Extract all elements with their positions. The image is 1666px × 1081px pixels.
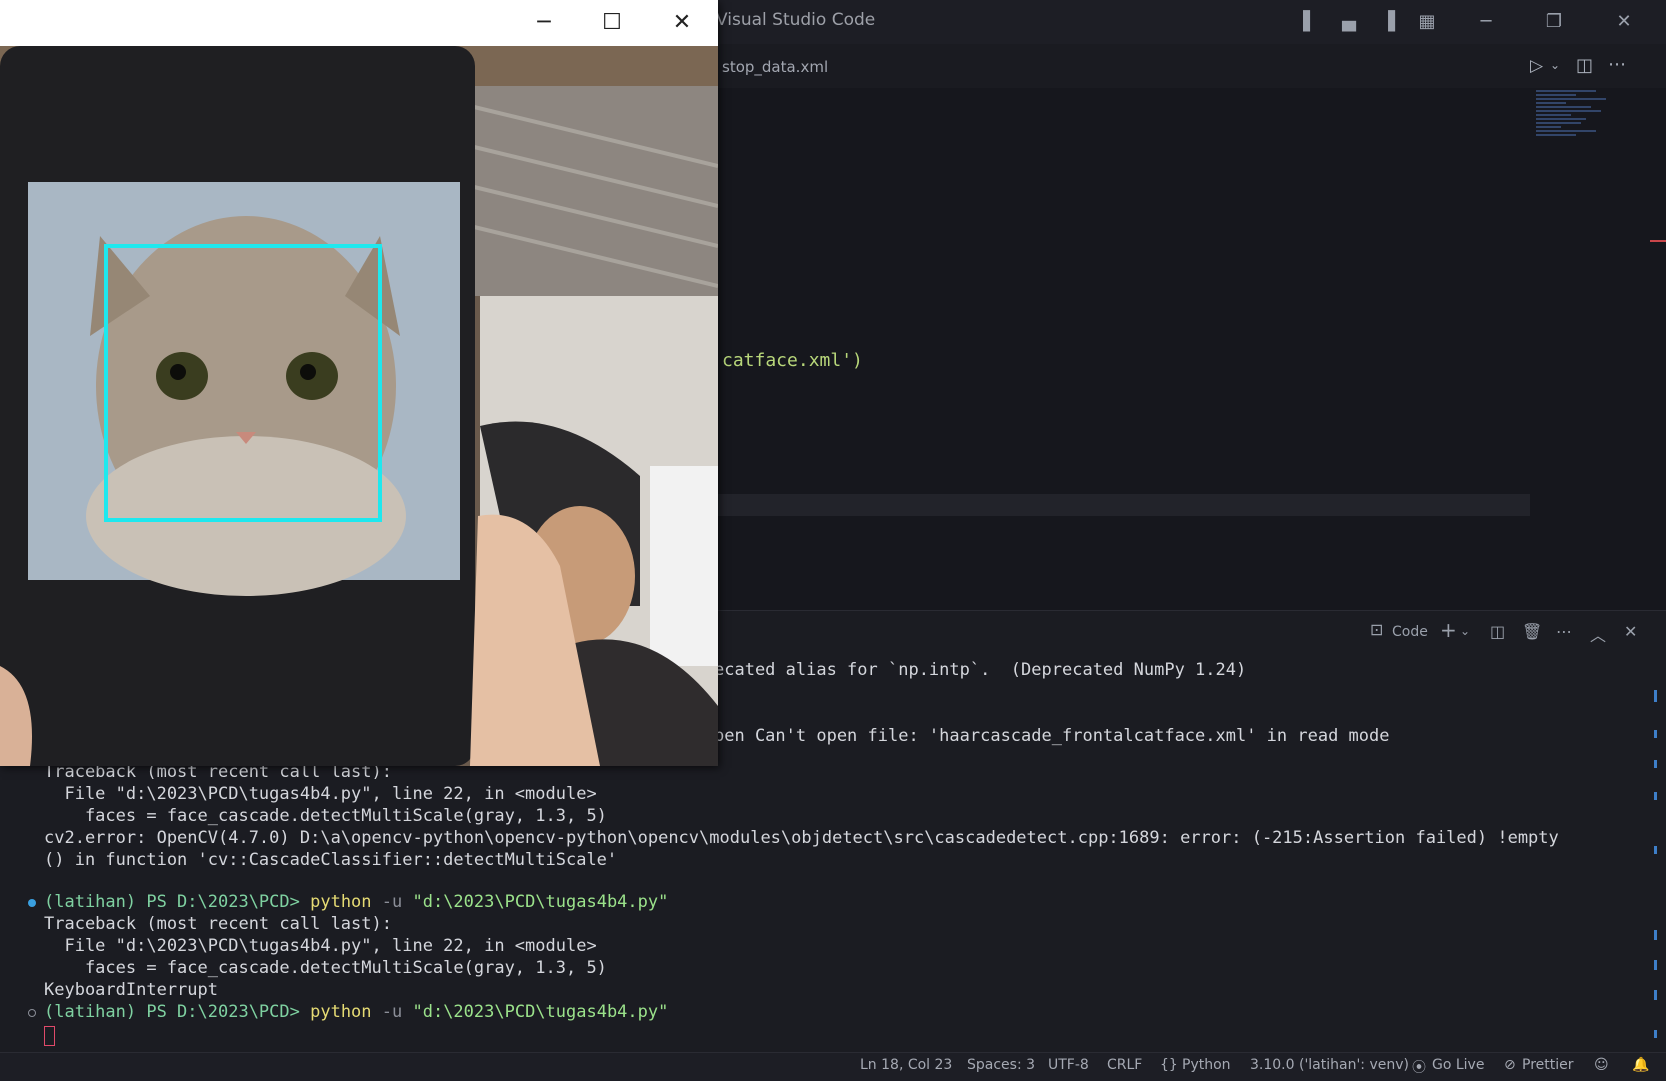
terminal-line: File "d:\2023\PCD\tugas4b4.py", line 22,… xyxy=(44,936,597,956)
status-prettier[interactable]: Prettier xyxy=(1522,1057,1574,1073)
split-editor-icon[interactable]: ◫ xyxy=(1576,55,1593,76)
terminal-line: cv2.error: OpenCV(4.7.0) D:\a\opencv-pyt… xyxy=(44,828,1559,848)
terminal-line: Traceback (most recent call last): xyxy=(44,914,392,934)
status-indentation[interactable]: Spaces: 3 xyxy=(967,1057,1035,1073)
camera-frame-image xyxy=(0,46,718,766)
camera-maximize-icon[interactable]: ☐ xyxy=(592,8,632,38)
current-line-highlight xyxy=(700,494,1530,516)
status-cursor-position[interactable]: Ln 18, Col 23 xyxy=(860,1057,952,1073)
status-golive[interactable]: Go Live xyxy=(1432,1057,1484,1073)
toggle-secondary-sidebar-icon[interactable]: ▐ xyxy=(1376,10,1400,34)
bell-icon[interactable]: 🔔 xyxy=(1632,1057,1649,1073)
terminal-line: faces = face_cascade.detectMultiScale(gr… xyxy=(44,958,607,978)
more-actions-icon[interactable]: ⋯ xyxy=(1608,54,1626,75)
chevron-down-icon[interactable]: ⌄ xyxy=(1550,58,1560,72)
close-panel-icon[interactable]: ✕ xyxy=(1624,622,1637,641)
status-interpreter[interactable]: 3.10.0 ('latihan': venv) xyxy=(1250,1057,1409,1073)
terminal-prompt: (latihan) PS D:\2023\PCD> python -u "d:\… xyxy=(44,1002,669,1022)
terminal-line: faces = face_cascade.detectMultiScale(gr… xyxy=(44,806,607,826)
camera-minimize-icon[interactable]: ─ xyxy=(524,8,564,38)
terminal-dropdown-icon[interactable]: ⌄ xyxy=(1460,624,1470,638)
kill-terminal-icon[interactable]: 🗑 xyxy=(1522,622,1542,641)
status-eol[interactable]: CRLF xyxy=(1107,1057,1142,1073)
close-icon[interactable]: ✕ xyxy=(1612,10,1636,34)
camera-feed xyxy=(0,46,718,766)
customize-layout-icon[interactable]: ▦ xyxy=(1415,10,1439,34)
toggle-primary-sidebar-icon[interactable]: ▌ xyxy=(1298,10,1322,34)
restore-icon[interactable]: ❐ xyxy=(1542,10,1566,34)
minimize-icon[interactable]: ─ xyxy=(1474,10,1498,34)
split-terminal-icon[interactable]: ◫ xyxy=(1490,622,1505,641)
terminal-line: File "d:\2023\PCD\tugas4b4.py", line 22,… xyxy=(44,784,597,804)
vscode-window-title: Visual Studio Code xyxy=(716,10,876,30)
command-success-dot[interactable] xyxy=(28,899,36,907)
status-encoding[interactable]: UTF-8 xyxy=(1048,1057,1089,1073)
terminal-profile-icon: ⊡ xyxy=(1370,620,1384,639)
command-running-dot[interactable] xyxy=(28,1009,36,1017)
camera-window[interactable]: ─ ☐ ✕ xyxy=(0,0,718,766)
broadcast-icon: ⦿ xyxy=(1412,1060,1426,1076)
status-language[interactable]: Python xyxy=(1182,1057,1231,1073)
prettier-icon: ⊘ xyxy=(1504,1057,1516,1073)
terminal-line: () in function 'cv::CascadeClassifier::d… xyxy=(44,850,618,870)
toggle-panel-icon[interactable]: ▄ xyxy=(1337,10,1361,34)
maximize-panel-icon[interactable]: ︿ xyxy=(1590,622,1606,646)
terminal-cursor xyxy=(44,1026,55,1046)
braces-icon: {} xyxy=(1160,1057,1178,1073)
terminal-line: KeyboardInterrupt xyxy=(44,980,218,1000)
terminal-profile-label[interactable]: Code xyxy=(1392,624,1428,640)
feedback-icon[interactable]: ☺ xyxy=(1594,1057,1609,1073)
new-terminal-icon[interactable]: + xyxy=(1440,618,1457,642)
terminal-line: ecated alias for `np.intp`. (Deprecated … xyxy=(714,660,1247,680)
run-icon[interactable]: ▷ xyxy=(1530,56,1543,76)
camera-close-icon[interactable]: ✕ xyxy=(662,8,702,38)
panel-more-icon[interactable]: ⋯ xyxy=(1556,622,1572,641)
minimap[interactable] xyxy=(1536,88,1616,168)
scrollbar-error-marker xyxy=(1650,240,1666,242)
code-line: catface.xml') xyxy=(722,350,863,371)
terminal-prompt: (latihan) PS D:\2023\PCD> python -u "d:\… xyxy=(44,892,669,912)
terminal-line: pen Can't open file: 'haarcascade_fronta… xyxy=(714,726,1390,746)
breadcrumb-file[interactable]: stop_data.xml xyxy=(722,58,828,76)
